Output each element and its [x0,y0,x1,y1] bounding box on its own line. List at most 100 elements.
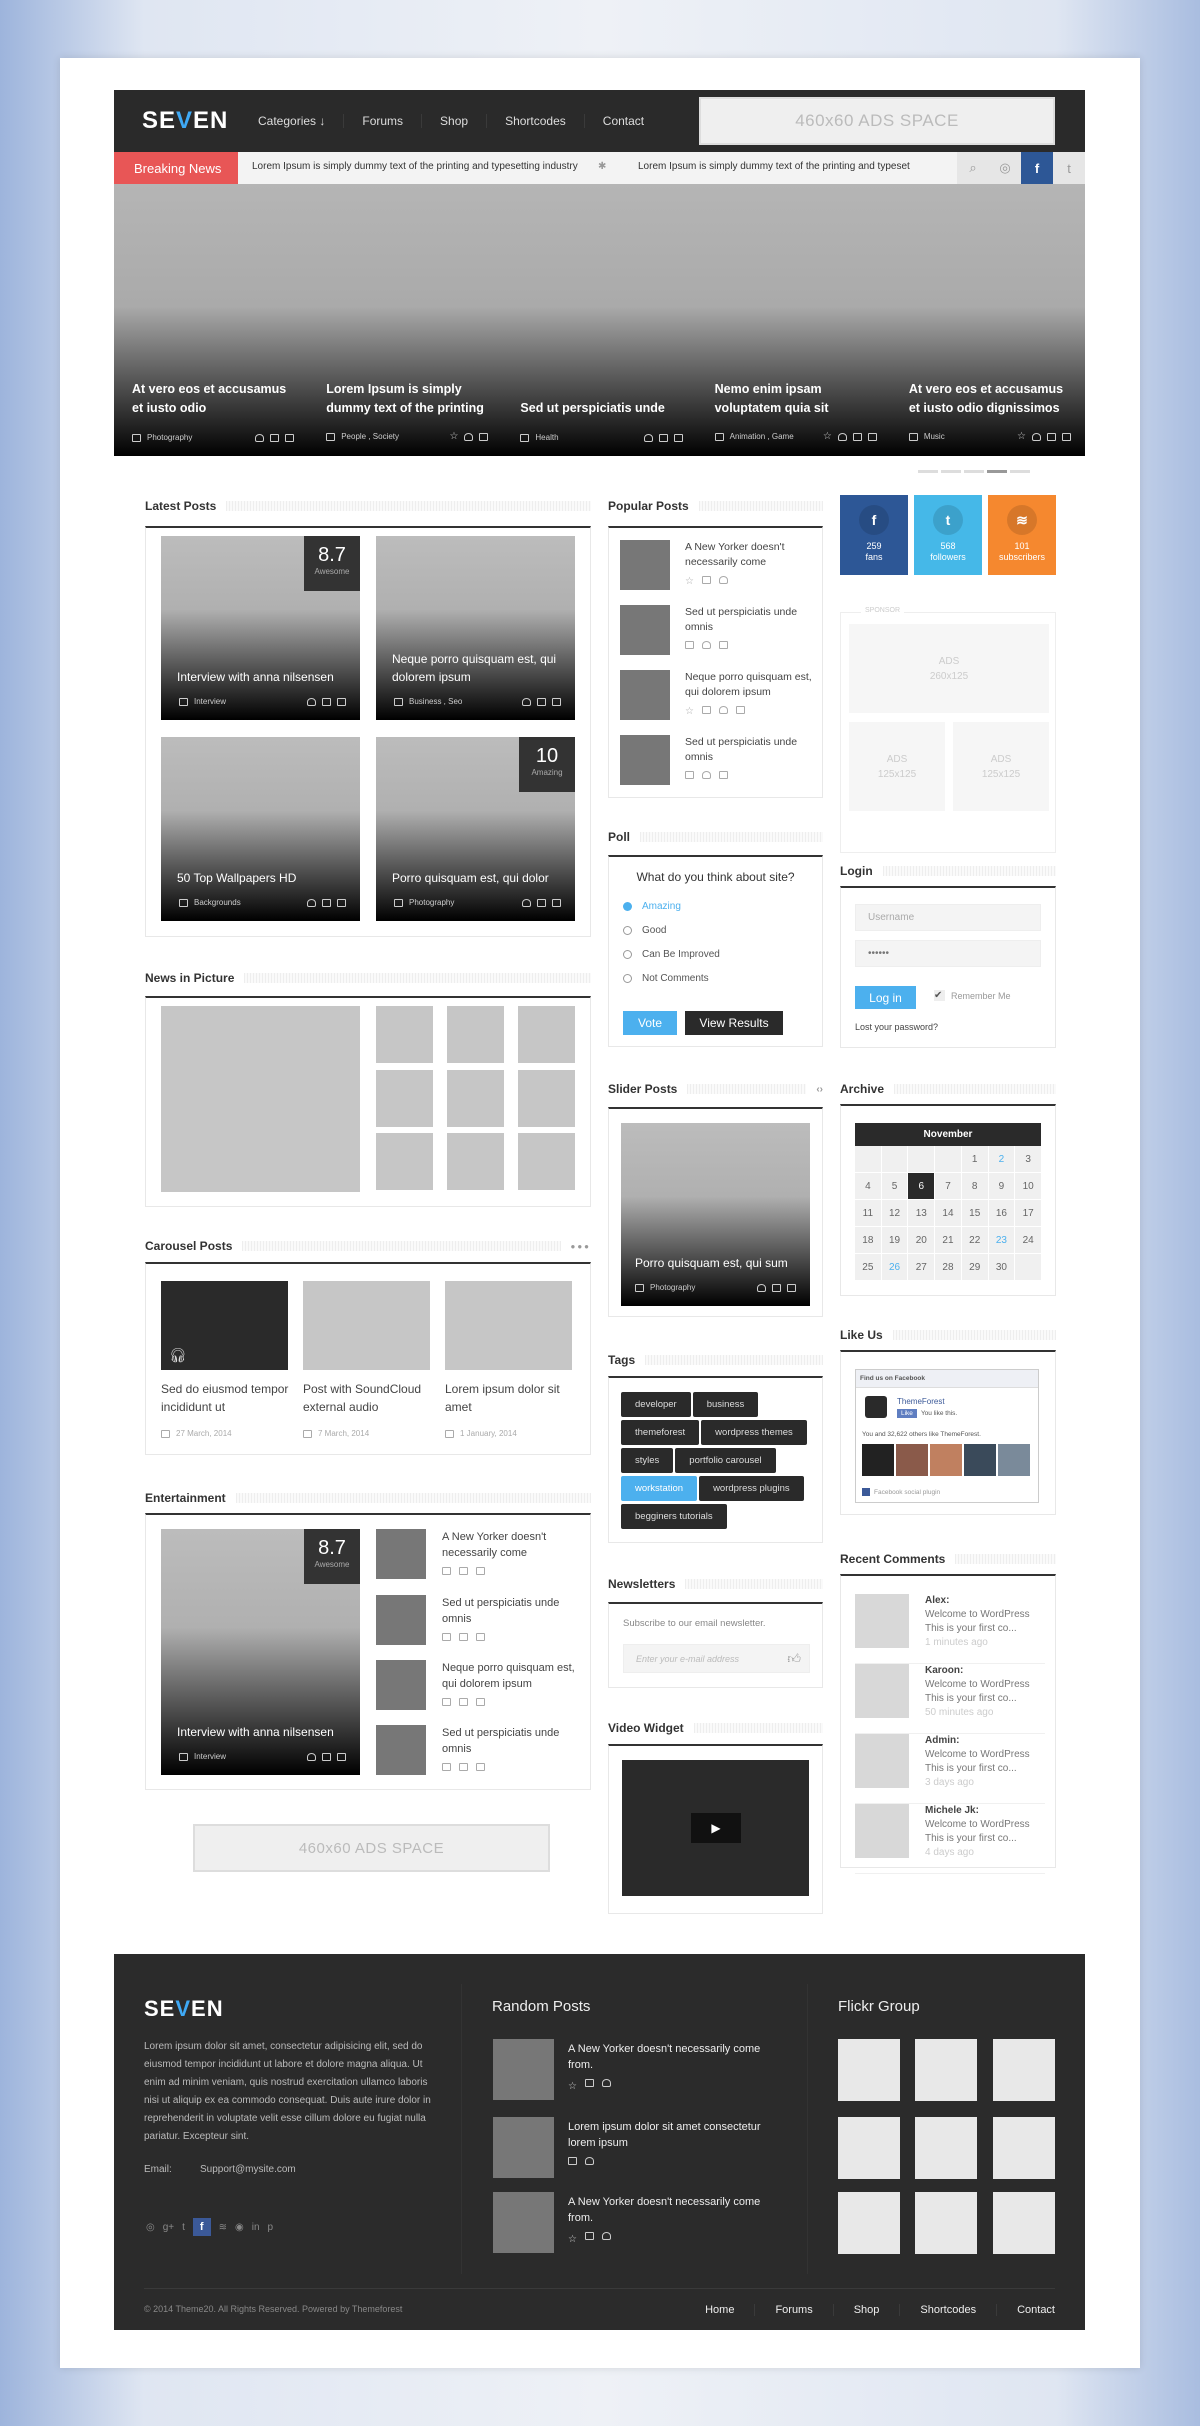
slide-title[interactable]: Nemo enim ipsam voluptatem quia sit [715,380,881,418]
carousel-dots[interactable]: ●●● [571,1242,592,1251]
themeforest-avatar[interactable] [865,1396,887,1418]
post-title[interactable]: Neque porro quisquam est, qui dolorem ip… [442,1660,582,1692]
post-title[interactable]: Interview with anna nilsensen [177,1723,344,1741]
twitter-icon[interactable]: t [1053,152,1085,184]
logo[interactable]: SEVEN [142,107,228,135]
footer-nav-contact[interactable]: Contact [997,2304,1055,2316]
carousel-image[interactable] [303,1281,430,1370]
entertainment-thumb[interactable] [376,1725,426,1775]
footer-nav-forums[interactable]: Forums [755,2304,834,2316]
footer-nav-shortcodes[interactable]: Shortcodes [900,2304,998,2316]
popular-post[interactable]: Sed ut perspiciatis unde omnis [685,735,815,779]
post-title[interactable]: A New Yorker doesn't necessarily come [685,540,815,570]
post-category[interactable]: Backgrounds [194,898,301,907]
play-icon[interactable]: ▶ [691,1813,741,1843]
tag[interactable]: workstation [621,1476,698,1501]
radio-button[interactable] [623,901,632,911]
radio-button[interactable] [623,973,632,983]
tag[interactable]: themeforest [621,1420,700,1445]
post-category[interactable]: Music [924,432,1011,441]
comment-author[interactable]: Alex: [925,1595,949,1606]
calendar-day[interactable]: 26 [881,1254,908,1280]
slider-dot[interactable] [1010,470,1030,473]
poll-option[interactable]: Amazing [623,894,822,918]
post-title[interactable]: Sed ut perspiciatis unde omnis [442,1725,582,1757]
popular-thumb[interactable] [620,670,670,720]
rss-icon[interactable]: ≋ [219,2222,227,2233]
news-picture-thumb[interactable] [376,1070,433,1127]
post-category[interactable]: Interview [194,1752,301,1761]
slide-title[interactable]: Lorem Ipsum is simply dummy text of the … [326,380,492,418]
password-input[interactable]: •••••• [855,940,1041,967]
calendar-day[interactable]: 6 [908,1173,935,1199]
calendar-day[interactable]: 2 [988,1146,1015,1172]
footer-logo[interactable]: SEVEN [144,1996,224,2022]
remember-me[interactable]: ✔ Remember Me [934,990,1011,1001]
entertainment-list-item[interactable]: Neque porro quisquam est, qui dolorem ip… [442,1660,582,1706]
breaking-news-item[interactable]: Lorem Ipsum is simply dummy text of the … [252,161,578,172]
slider-post[interactable]: Porro quisquam est, qui sum Photography [621,1123,810,1306]
news-picture-thumb[interactable] [518,1133,575,1190]
post-title[interactable]: Neque porro quisquam est, qui dolorem ip… [685,670,815,700]
nav-item-shortcodes[interactable]: Shortcodes [487,114,585,128]
content-ad-space[interactable]: 460x60 ADS SPACE [193,1824,550,1872]
post-category[interactable]: Business , Seo [409,697,516,706]
poll-option[interactable]: Not Comments [623,966,822,990]
latest-post-card[interactable]: Interview with anna nilsensen Interview 8.… [161,536,360,720]
news-picture-thumb[interactable] [518,1070,575,1127]
random-post[interactable]: Lorem ipsum dolor sit amet consectetur l… [568,2119,778,2165]
social-counter-twitter[interactable]: t 568 followers [914,495,982,575]
recent-comment[interactable]: Admin: Welcome to WordPress This is your f… [855,1734,1045,1804]
comment-avatar[interactable] [855,1664,909,1718]
newsletter-email-input[interactable]: Enter your e-mail address 👍︎ [623,1644,810,1673]
remember-me-checkbox[interactable]: ✔ [934,990,945,1001]
post-title[interactable]: Sed ut perspiciatis unde omnis [685,605,815,635]
slider-dot[interactable] [918,470,938,473]
random-post[interactable]: A New Yorker doesn't necessarily come fr… [568,2194,778,2248]
slide-title[interactable]: At vero eos et accusamus et iusto odio d… [909,380,1075,418]
random-post-thumb[interactable] [493,2117,554,2178]
flickr-thumb[interactable] [993,2117,1055,2179]
fan-avatar[interactable] [862,1444,894,1476]
news-picture-thumb[interactable] [376,1006,433,1063]
random-post[interactable]: A New Yorker doesn't necessarily come fr… [568,2041,778,2095]
dribbble-icon[interactable]: ◎ [146,2222,155,2233]
fb-like-button[interactable]: Like [897,1409,917,1418]
footer-nav-home[interactable]: Home [685,2304,756,2316]
post-category[interactable]: Health [535,433,637,442]
nav-item-categories[interactable]: Categories ↓ [240,114,345,128]
facebook-icon[interactable]: f [1021,152,1053,184]
carousel-post-title[interactable]: Lorem ipsum dolor sit amet [445,1380,575,1416]
tag[interactable]: wordpress plugins [699,1476,804,1501]
post-title[interactable]: Sed ut perspiciatis unde omnis [442,1595,582,1627]
breaking-news-item[interactable]: Lorem Ipsum is simply dummy text of the … [638,161,910,172]
slider-dot[interactable] [964,470,984,473]
news-picture-thumb[interactable] [447,1006,504,1063]
slide[interactable]: Lorem Ipsum is simply dummy text of the … [308,184,502,456]
facebook-icon[interactable]: f [192,2218,211,2236]
thumbs-up-icon[interactable]: 👍︎ [787,1651,801,1667]
flickr-thumb[interactable] [915,2117,977,2179]
linkedin-icon[interactable]: in [252,2222,260,2233]
post-title[interactable]: Neque porro quisquam est, qui dolorem ip… [392,650,559,686]
comment-author[interactable]: Michele Jk: [925,1805,979,1816]
news-picture-thumb[interactable] [376,1133,433,1190]
slide-title[interactable]: Sed ut perspiciatis unde [520,399,686,418]
slide[interactable]: Nemo enim ipsam voluptatem quia sit Anima… [697,184,891,456]
entertainment-list-item[interactable]: A New Yorker doesn't necessarily come [442,1529,582,1575]
news-picture-main[interactable] [161,1006,360,1192]
post-category[interactable]: Animation , Game [730,432,817,441]
google-plus-icon[interactable]: g+ [163,2222,174,2233]
social-counter-rss[interactable]: ≋ 101 subscribers [988,495,1056,575]
recent-comment[interactable]: Alex: Welcome to WordPress This is your fi… [855,1594,1045,1664]
post-title[interactable]: Interview with anna nilsensen [177,668,344,686]
nav-item-shop[interactable]: Shop [422,114,488,128]
flickr-thumb[interactable] [838,2192,900,2254]
footer-nav-shop[interactable]: Shop [834,2304,901,2316]
entertainment-list-item[interactable]: Sed ut perspiciatis unde omnis [442,1595,582,1641]
header-ad-space[interactable]: 460x60 ADS SPACE [699,97,1055,145]
slide[interactable]: Sed ut perspiciatis unde Health [502,184,696,456]
slider-dot-active[interactable] [987,470,1007,473]
tag[interactable]: wordpress themes [701,1420,807,1445]
ad-260x125[interactable]: ADS 260x125 [849,624,1049,713]
